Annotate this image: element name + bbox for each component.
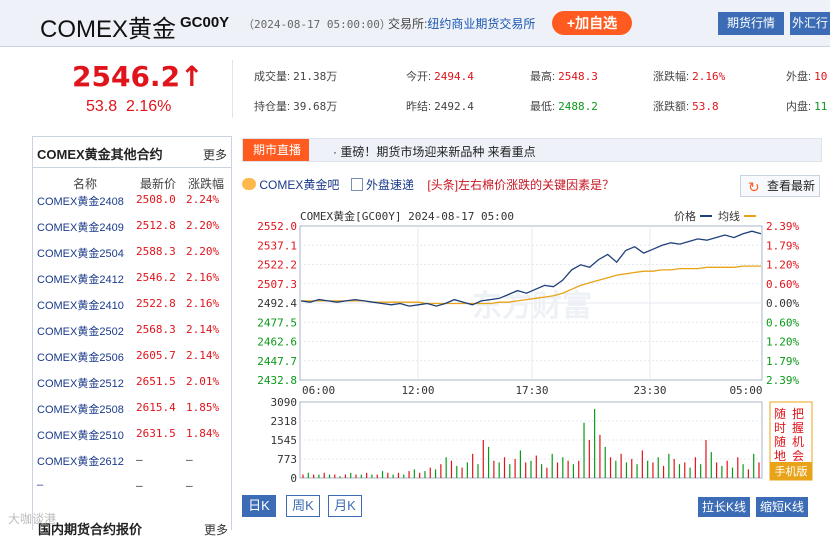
table-header: 名称 最新价 涨跌幅	[73, 177, 225, 191]
fast-link[interactable]: 外盘速递	[366, 178, 414, 192]
quote-time: （2024-08-17 05:00:00）	[243, 18, 391, 31]
ad-text-2: 会	[792, 449, 804, 463]
last-price: 2546.2↑	[72, 60, 204, 93]
ad-button-label: 手机版	[775, 464, 808, 478]
quote-panel: 2546.2↑ 53.8 2.16% 成交量: 21.38万 今开: 2494.…	[0, 56, 830, 122]
volume-tick: 2318	[271, 415, 298, 428]
table-row[interactable]: COMEX黄金2412 2546.2 2.16%	[33, 268, 231, 294]
legend-price: 价格	[674, 209, 696, 223]
table-row[interactable]: COMEX黄金2409 2512.8 2.20%	[33, 216, 231, 242]
price-change: 53.8 2.16%	[86, 98, 172, 115]
news-headline[interactable]: · 重磅！期货市场迎来新品种 来看重点	[333, 143, 536, 160]
watermark: 大咖谈港	[8, 512, 57, 526]
fast-icon	[350, 178, 363, 191]
price-tick: 2537.1	[257, 239, 297, 252]
pct-tick: 0.60%	[766, 316, 799, 329]
pct-tick: 2.39%	[766, 220, 799, 233]
volume-tick: 773	[277, 453, 297, 466]
shorten-kline-button[interactable]: 缩短K线	[756, 497, 808, 517]
change-pct: 涨跌幅: 2.16%	[653, 70, 726, 83]
exchange-link[interactable]: 纽约商业期货交易所	[427, 17, 535, 31]
price-tick: 2447.7	[257, 355, 297, 368]
headline-link[interactable]: [头条]左右棉价涨跌的关键因素是？	[427, 178, 614, 192]
nav-fx-button[interactable]: 外汇行	[790, 12, 830, 35]
volume: 成交量: 21.38万	[254, 70, 338, 83]
time-tick: 23:30	[633, 384, 666, 397]
pct-tick: 1.79%	[766, 239, 799, 252]
pct-tick: 0.60%	[766, 278, 799, 291]
tab-month-k[interactable]: 月K	[328, 495, 362, 517]
chart-caption: COMEX黄金[GC00Y] 2024-08-17 05:00	[300, 209, 514, 223]
table-row[interactable]: COMEX黄金2508 2615.4 1.85%	[33, 398, 231, 424]
legend-avg: 均线	[718, 209, 740, 223]
volume-tick: 3090	[271, 396, 298, 409]
ad-text-2: 把	[792, 407, 804, 421]
price-tick: 2492.4	[257, 297, 297, 310]
price-tick: 2477.5	[257, 316, 297, 329]
outer-volume: 外盘: 10	[786, 70, 828, 83]
low: 最低: 2488.2	[530, 100, 598, 113]
table-row[interactable]: COMEX黄金2410 2522.8 2.16%	[33, 294, 231, 320]
time-tick: 12:00	[401, 384, 434, 397]
table-row[interactable]: COMEX黄金2506 2605.7 2.14%	[33, 346, 231, 372]
news-bar: 期市直播 · 重磅！期货市场迎来新品种 来看重点	[242, 138, 822, 162]
contracts-table: 名称 最新价 涨跌幅 COMEX黄金2408 2508.0 2.24% COMEX黄金…	[33, 167, 231, 502]
table-row[interactable]: COMEX黄金2512 2651.5 2.01%	[33, 372, 231, 398]
page-title: COMEX黄金	[40, 16, 177, 43]
add-watchlist-button[interactable]: +加自选	[552, 11, 632, 35]
ad-text-2: 机	[792, 435, 804, 449]
table-row[interactable]: COMEX黄金2510 2631.5 1.84%	[33, 424, 231, 450]
intraday-chart[interactable]: COMEX黄金[GC00Y] 2024-08-17 05:00 价格 均线 2552.…	[242, 204, 830, 490]
price-tick: 2522.2	[257, 259, 297, 272]
divider	[232, 60, 233, 118]
ad-text-2: 握	[792, 420, 804, 435]
link-row: COMEX黄金吧 外盘速递 [头条]左右棉价涨跌的关键因素是？	[242, 176, 614, 193]
refresh-button[interactable]: ↻ 查看最新	[740, 175, 820, 197]
header: COMEX黄金 GC00Y （2024-08-17 05:00:00） 交易所:…	[0, 0, 830, 47]
volume-tick: 0	[290, 472, 297, 485]
nav-futures-button[interactable]: 期货行情	[718, 12, 784, 35]
pct-tick: 0.00%	[766, 297, 799, 310]
table-row[interactable]: COMEX黄金2502 2568.3 2.14%	[33, 320, 231, 346]
inner-volume: 内盘: 11	[786, 100, 828, 113]
change-amount: 涨跌额: 53.8	[653, 100, 719, 113]
table-row[interactable]: – – –	[33, 476, 231, 502]
price-tick: 2552.0	[257, 220, 297, 233]
chart-watermark: 东方财富	[472, 289, 592, 324]
news-tag: 期市直播	[243, 139, 309, 161]
panel-title: COMEX黄金其他合约	[37, 147, 163, 162]
other-contracts-panel: COMEX黄金其他合约 更多 名称 最新价 涨跌幅 COMEX黄金2408 250…	[32, 136, 232, 530]
table-row[interactable]: COMEX黄金2612– –	[33, 450, 231, 476]
ad-text-1: 随	[774, 434, 786, 449]
time-tick: 05:00	[729, 384, 762, 397]
price-tick: 2432.8	[257, 374, 297, 387]
instrument-code: GC00Y	[180, 14, 230, 31]
table-row[interactable]: COMEX黄金2504 2588.3 2.20%	[33, 242, 231, 268]
extend-kline-button[interactable]: 拉长K线	[698, 497, 750, 517]
exchange: 交易所:纽约商业期货交易所	[388, 17, 536, 31]
high: 最高: 2548.3	[530, 70, 598, 83]
volume-tick: 1545	[271, 434, 298, 447]
price-tick: 2462.6	[257, 336, 297, 349]
pct-tick: 1.20%	[766, 336, 799, 349]
ad-text-1: 时	[774, 421, 786, 435]
pct-tick: 1.20%	[766, 259, 799, 272]
price-tick: 2507.3	[257, 278, 297, 291]
time-tick: 06:00	[302, 384, 335, 397]
table-row[interactable]: COMEX黄金2408 2508.0 2.24%	[33, 190, 231, 216]
open-interest: 持仓量: 39.68万	[254, 100, 338, 113]
pct-tick: 2.39%	[766, 374, 799, 387]
forum-link[interactable]: COMEX黄金吧	[259, 178, 339, 192]
tab-week-k[interactable]: 周K	[286, 495, 320, 517]
more-link[interactable]: 更多	[203, 146, 227, 163]
prev-settle: 昨结: 2492.4	[406, 100, 474, 113]
pct-tick: 1.79%	[766, 355, 799, 368]
time-tick: 17:30	[515, 384, 548, 397]
tab-day-k[interactable]: 日K	[242, 495, 276, 517]
ad-text-1: 随	[774, 406, 786, 421]
open: 今开: 2494.4	[406, 70, 474, 83]
refresh-icon: ↻	[748, 179, 760, 195]
ad-text-1: 地	[774, 449, 786, 463]
forum-icon	[242, 178, 256, 190]
